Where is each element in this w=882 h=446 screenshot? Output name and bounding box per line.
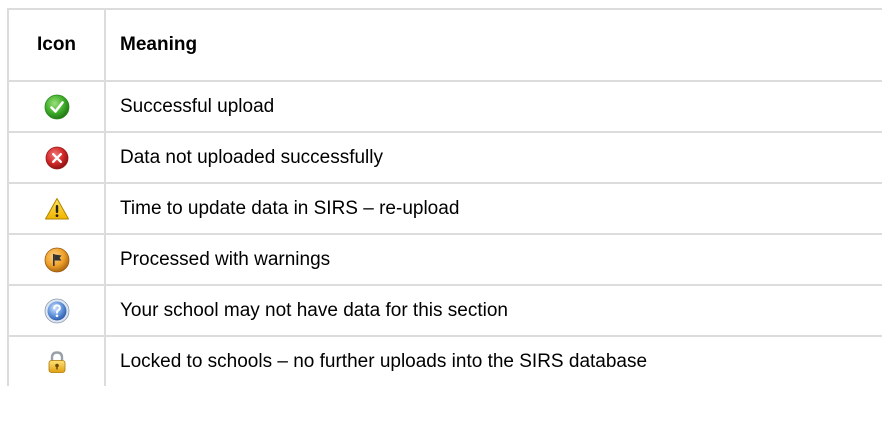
icon-legend-table: Icon Meaning Successful upload Data not …: [7, 8, 882, 386]
meaning-cell: Locked to schools – no further uploads i…: [104, 335, 882, 386]
table-row: Successful upload: [7, 80, 882, 133]
table-row: Locked to schools – no further uploads i…: [7, 335, 882, 386]
icon-cell: [7, 131, 106, 184]
icon-cell: [7, 335, 106, 386]
table-row: Your school may not have data for this s…: [7, 284, 882, 337]
table-row: Processed with warnings: [7, 233, 882, 286]
error-x-icon: [44, 145, 70, 171]
meaning-cell: Processed with warnings: [104, 233, 882, 286]
icon-cell: [7, 233, 106, 286]
flag-warning-icon: [44, 247, 70, 273]
question-help-icon: [44, 298, 70, 324]
icon-cell: [7, 80, 106, 133]
table-row: Time to update data in SIRS – re-upload: [7, 182, 882, 235]
check-success-icon: [44, 94, 70, 120]
table-header-row: Icon Meaning: [7, 8, 882, 82]
icon-cell: [7, 284, 106, 337]
meaning-column-header: Meaning: [104, 8, 882, 82]
meaning-cell: Time to update data in SIRS – re-upload: [104, 182, 882, 235]
table-row: Data not uploaded successfully: [7, 131, 882, 184]
icon-column-header: Icon: [7, 8, 106, 82]
meaning-cell: Data not uploaded successfully: [104, 131, 882, 184]
meaning-cell: Your school may not have data for this s…: [104, 284, 882, 337]
lock-icon: [44, 349, 70, 375]
icon-cell: [7, 182, 106, 235]
warning-triangle-icon: [44, 196, 70, 222]
meaning-cell: Successful upload: [104, 80, 882, 133]
